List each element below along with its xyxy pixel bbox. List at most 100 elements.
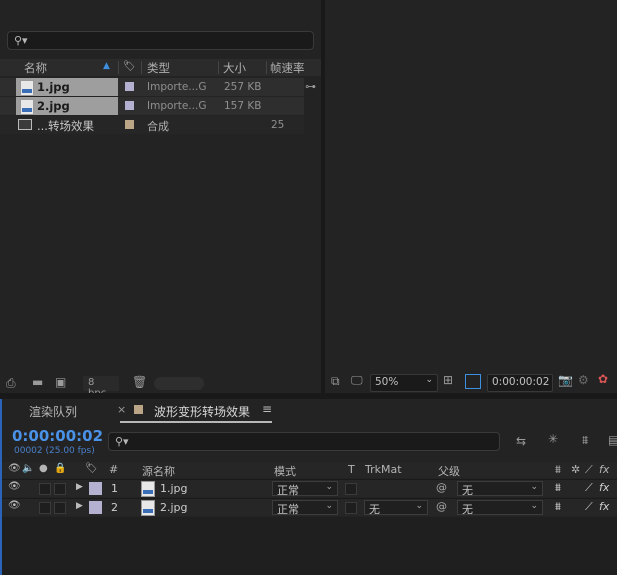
- column-t[interactable]: T: [348, 463, 355, 476]
- audio-speaker-icon[interactable]: 🔈: [22, 463, 34, 474]
- preserve-transparency-switch[interactable]: [345, 483, 357, 495]
- quality-icon[interactable]: ⟋: [585, 463, 593, 477]
- preserve-transparency-switch[interactable]: [345, 502, 357, 514]
- thumbnail-scroller[interactable]: [154, 377, 204, 390]
- solo-dot-icon[interactable]: ●: [39, 463, 48, 474]
- effects-fx-icon[interactable]: fx: [599, 463, 609, 476]
- column-mode[interactable]: 模式: [274, 463, 296, 479]
- frame-blending-icon[interactable]: ▤: [608, 433, 617, 447]
- timeline-tabbar: 渲染队列 × 波形变形转场效果 ≡: [2, 399, 617, 423]
- draft-3d-icon[interactable]: ✳: [548, 432, 558, 446]
- layer-name[interactable]: 1.jpg: [160, 482, 188, 495]
- tab-render-queue[interactable]: 渲染队列: [29, 403, 77, 420]
- panel-menu-icon[interactable]: ≡: [262, 402, 272, 416]
- trash-icon[interactable]: 🗑: [132, 375, 147, 389]
- shy-switch-icon[interactable]: ⩩: [555, 481, 561, 495]
- parent-dropdown[interactable]: 无 ⌄: [457, 500, 543, 516]
- close-icon[interactable]: ×: [117, 403, 126, 416]
- column-trkmat[interactable]: TrkMat: [365, 463, 402, 476]
- timeline-empty-area[interactable]: [2, 517, 617, 575]
- pick-whip-icon[interactable]: @: [436, 500, 447, 513]
- timeline-search-input[interactable]: ⚲▾: [108, 432, 500, 451]
- expand-triangle-icon[interactable]: ▶: [76, 501, 83, 511]
- color-channels-icon[interactable]: ✿: [598, 372, 608, 386]
- column-type[interactable]: 类型: [147, 60, 170, 76]
- quality-switch-icon[interactable]: ⟋: [585, 500, 593, 514]
- project-search-input[interactable]: ⚲▾: [7, 31, 314, 50]
- region-of-interest-icon[interactable]: ⊞: [443, 373, 453, 387]
- shy-switch-icon[interactable]: ⩩: [555, 500, 561, 514]
- item-name: 1.jpg: [37, 80, 70, 94]
- blend-mode-value: 正常: [277, 503, 299, 516]
- flowchart-icon[interactable]: ⊶: [305, 80, 316, 93]
- label-tag-icon[interactable]: 🏷: [123, 61, 136, 72]
- column-size[interactable]: 大小: [223, 60, 246, 76]
- composition-viewer[interactable]: [325, 0, 617, 393]
- layer-row[interactable]: 👁 ▶ 2 2.jpg 正常 ⌄ 无 ⌄ @ 无 ⌄ ⩩ ⟋ fx: [2, 498, 617, 516]
- chevron-down-icon: ⌄: [325, 482, 333, 492]
- visibility-eye-icon[interactable]: 👁: [8, 500, 21, 511]
- shy-icon[interactable]: ⩩: [555, 463, 561, 477]
- label-color-chip[interactable]: [125, 82, 134, 91]
- new-composition-icon[interactable]: ▣: [55, 375, 66, 389]
- composition-flowchart-icon[interactable]: ⇆: [516, 434, 526, 448]
- item-type: Importe...G: [147, 81, 207, 93]
- quality-switch-icon[interactable]: ⟋: [585, 481, 593, 495]
- solo-switch[interactable]: [39, 502, 51, 514]
- sort-ascending-icon: ▲: [103, 61, 110, 71]
- label-color-chip[interactable]: [125, 120, 134, 129]
- layer-label-chip[interactable]: [89, 501, 102, 514]
- trkmat-dropdown[interactable]: 无 ⌄: [364, 500, 428, 516]
- item-fps: 25: [271, 119, 285, 131]
- viewer-timecode[interactable]: 0:00:00:02: [487, 374, 553, 392]
- column-fps[interactable]: 帧速率: [270, 60, 305, 76]
- collapse-icon[interactable]: ✲: [571, 463, 580, 476]
- label-tag-icon[interactable]: 🏷: [85, 463, 98, 474]
- transparency-grid-icon[interactable]: [465, 374, 481, 389]
- item-size: 257 KB: [224, 81, 262, 93]
- layer-number: 2: [111, 501, 118, 514]
- effects-switch-icon[interactable]: fx: [599, 500, 609, 513]
- solo-switch[interactable]: [39, 483, 51, 495]
- blend-mode-dropdown[interactable]: 正常 ⌄: [272, 481, 338, 497]
- blend-mode-dropdown[interactable]: 正常 ⌄: [272, 500, 338, 516]
- zoom-dropdown[interactable]: 50% ⌄: [370, 374, 438, 392]
- effects-switch-icon[interactable]: fx: [599, 481, 609, 494]
- chevron-down-icon: ⌄: [530, 501, 538, 511]
- blend-mode-value: 正常: [277, 484, 299, 497]
- pick-whip-icon[interactable]: @: [436, 481, 447, 494]
- hide-shy-layers-icon[interactable]: ⩩: [582, 433, 588, 448]
- project-item-row[interactable]: ...转场效果 合成 25: [0, 116, 304, 134]
- layer-name[interactable]: 2.jpg: [160, 501, 188, 514]
- bpc-button[interactable]: 8 bpc: [83, 376, 119, 399]
- project-item-row[interactable]: 2.jpg Importe...G 157 KB: [0, 97, 304, 115]
- column-parent[interactable]: 父级: [438, 463, 460, 479]
- label-color-chip[interactable]: [125, 101, 134, 110]
- lock-icon[interactable]: 🔒: [54, 463, 66, 474]
- project-column-header: 名称 ▲ 🏷 类型 大小 帧速率: [0, 59, 321, 76]
- trkmat-value: 无: [369, 503, 380, 516]
- layer-row[interactable]: 👁 ▶ 1 1.jpg 正常 ⌄ @ 无 ⌄ ⩩ ⟋ fx: [2, 479, 617, 497]
- show-snapshot-icon[interactable]: ⚙: [578, 373, 589, 387]
- tab-composition[interactable]: 波形变形转场效果: [154, 403, 250, 420]
- new-folder-icon[interactable]: ▬: [32, 375, 43, 389]
- lock-switch[interactable]: [54, 483, 66, 495]
- visibility-eye-icon[interactable]: 👁: [8, 481, 21, 492]
- project-item-row[interactable]: 1.jpg Importe...G 257 KB: [0, 78, 304, 96]
- always-preview-icon[interactable]: ⧉: [331, 374, 340, 389]
- video-eye-icon[interactable]: 👁: [8, 463, 21, 474]
- comp-label-chip: [134, 405, 143, 414]
- expand-triangle-icon[interactable]: ▶: [76, 482, 83, 492]
- column-hash[interactable]: #: [109, 463, 118, 476]
- column-source-name[interactable]: 源名称: [142, 463, 175, 479]
- chevron-down-icon: ⌄: [530, 482, 538, 492]
- interpret-footage-icon[interactable]: ⎙: [6, 376, 16, 391]
- layer-label-chip[interactable]: [89, 482, 102, 495]
- parent-dropdown[interactable]: 无 ⌄: [457, 481, 543, 497]
- column-name[interactable]: 名称: [24, 60, 47, 76]
- monitor-icon[interactable]: 🖵: [351, 373, 363, 388]
- snapshot-camera-icon[interactable]: 📷: [558, 373, 573, 387]
- lock-switch[interactable]: [54, 502, 66, 514]
- current-time-display[interactable]: 0:00:00:02: [12, 427, 103, 445]
- project-toolbar: ⎙ ▬ ▣ 8 bpc 🗑: [0, 374, 321, 399]
